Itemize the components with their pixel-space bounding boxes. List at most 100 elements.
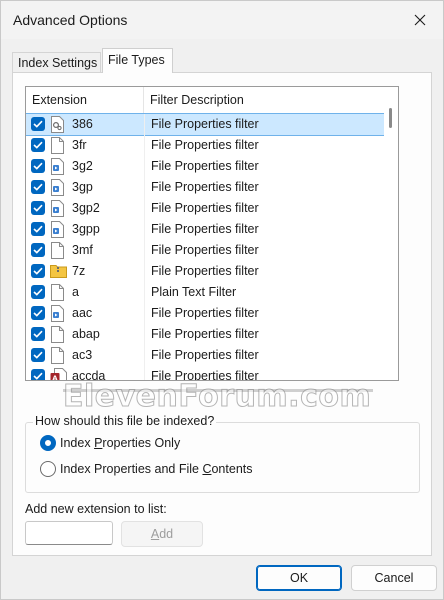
file-type-row[interactable]: 3g2 File Properties filter	[26, 156, 398, 177]
file-type-row[interactable]: abap File Properties filter	[26, 324, 398, 345]
add-extension-label: Add new extension to list:	[25, 502, 167, 516]
access-file-icon: A	[50, 368, 67, 382]
ok-button[interactable]: OK	[256, 565, 342, 591]
row-checkbox[interactable]	[31, 180, 45, 194]
row-checkbox[interactable]	[31, 306, 45, 320]
row-checkbox[interactable]	[31, 264, 45, 278]
file-type-row[interactable]: ac3 File Properties filter	[26, 345, 398, 366]
add-extension-input[interactable]	[25, 521, 113, 545]
zip-folder-icon	[50, 263, 67, 280]
title-bar: Advanced Options	[1, 1, 443, 39]
checkmark-icon	[33, 120, 43, 128]
column-separator	[144, 177, 145, 198]
extension-text: aac	[72, 306, 93, 320]
extension-text: 3g2	[72, 159, 93, 173]
row-checkbox[interactable]	[31, 243, 45, 257]
checkmark-icon	[33, 204, 43, 212]
file-type-row[interactable]: 386 File Properties filter	[26, 113, 398, 136]
close-button[interactable]	[397, 1, 443, 39]
file-type-row[interactable]: 3gp File Properties filter	[26, 177, 398, 198]
filter-description-text: File Properties filter	[151, 201, 259, 215]
list-header: Extension Filter Description	[26, 87, 398, 114]
filter-description-text: File Properties filter	[151, 348, 259, 362]
extension-text: abap	[72, 327, 100, 341]
tab-label: File Types	[108, 53, 165, 67]
filter-description-text: File Properties filter	[151, 306, 259, 320]
extension-text: 386	[72, 117, 93, 131]
filter-description-text: File Properties filter	[151, 159, 259, 173]
tab-label: Index Settings	[18, 56, 98, 70]
row-checkbox[interactable]	[31, 285, 45, 299]
column-separator	[144, 303, 145, 324]
filter-description-text: File Properties filter	[151, 243, 259, 257]
column-separator	[144, 198, 145, 219]
row-checkbox[interactable]	[31, 138, 45, 152]
media-file-icon	[50, 221, 65, 238]
list-rows: 386 File Properties filter 3fr File Propert…	[26, 113, 398, 382]
blank-file-icon	[50, 137, 65, 154]
tab-index-settings[interactable]: Index Settings	[12, 52, 101, 73]
tab-file-types[interactable]: File Types	[102, 48, 173, 73]
file-type-row[interactable]: a Plain Text Filter	[26, 282, 398, 303]
row-checkbox[interactable]	[31, 369, 45, 380]
column-separator	[144, 156, 145, 177]
radio-button[interactable]	[40, 461, 56, 477]
vertical-scrollbar[interactable]	[384, 87, 398, 380]
row-checkbox[interactable]	[31, 327, 45, 341]
filter-description-text: File Properties filter	[151, 138, 259, 152]
checkmark-icon	[33, 246, 43, 254]
file-type-row[interactable]: 3fr File Properties filter	[26, 135, 398, 156]
filter-description-text: File Properties filter	[151, 327, 259, 341]
file-types-list[interactable]: Extension Filter Description 386 File Pro…	[25, 86, 399, 381]
filter-description-text: File Properties filter	[151, 117, 259, 131]
radio-label: Index Properties and File Contents	[60, 462, 253, 476]
filter-description-text: Plain Text Filter	[151, 285, 237, 299]
scrollbar-thumb[interactable]	[389, 108, 392, 128]
column-separator	[144, 135, 145, 156]
extension-text: ac3	[72, 348, 93, 362]
column-header-extension[interactable]: Extension	[26, 87, 144, 113]
file-type-row[interactable]: aac File Properties filter	[26, 303, 398, 324]
close-icon	[414, 14, 426, 26]
checkmark-icon	[33, 330, 43, 338]
row-checkbox[interactable]	[31, 222, 45, 236]
checkmark-icon	[33, 309, 43, 317]
media-file-icon	[50, 200, 65, 217]
file-type-row[interactable]: 3mf File Properties filter	[26, 240, 398, 261]
extension-text: 3gp2	[72, 201, 100, 215]
add-button[interactable]: Add	[121, 521, 203, 547]
row-checkbox[interactable]	[31, 117, 45, 131]
filter-description-text: File Properties filter	[151, 369, 259, 381]
file-type-row[interactable]: 7z File Properties filter	[26, 261, 398, 282]
row-checkbox[interactable]	[31, 348, 45, 362]
file-type-row[interactable]: 3gp2 File Properties filter	[26, 198, 398, 219]
column-separator	[144, 324, 145, 345]
row-checkbox[interactable]	[31, 159, 45, 173]
extension-text: 3gp	[72, 180, 93, 194]
checkmark-icon	[33, 183, 43, 191]
file-types-panel: Extension Filter Description 386 File Pro…	[12, 72, 432, 556]
checkmark-icon	[33, 141, 43, 149]
cancel-button[interactable]: Cancel	[351, 565, 437, 591]
column-separator	[144, 261, 145, 282]
file-type-row[interactable]: Aaccda File Properties filter	[26, 366, 398, 382]
filter-description-text: File Properties filter	[151, 180, 259, 194]
filter-description-text: File Properties filter	[151, 222, 259, 236]
column-separator	[144, 345, 145, 366]
file-type-row[interactable]: 3gpp File Properties filter	[26, 219, 398, 240]
column-separator	[144, 282, 145, 303]
row-checkbox[interactable]	[31, 201, 45, 215]
media-file-icon	[50, 179, 65, 196]
column-separator	[144, 240, 145, 261]
column-separator	[144, 219, 145, 240]
system-file-icon	[50, 116, 65, 133]
extension-text: 7z	[72, 264, 86, 278]
checkmark-icon	[33, 372, 43, 380]
media-file-icon	[50, 158, 65, 175]
svg-text:A: A	[52, 375, 58, 382]
checkmark-icon	[33, 288, 43, 296]
checkmark-icon	[33, 225, 43, 233]
advanced-options-dialog: Advanced Options Index Settings File Typ…	[0, 0, 444, 600]
radio-button-checked[interactable]	[40, 435, 56, 451]
column-header-filter-description[interactable]: Filter Description	[144, 87, 398, 113]
